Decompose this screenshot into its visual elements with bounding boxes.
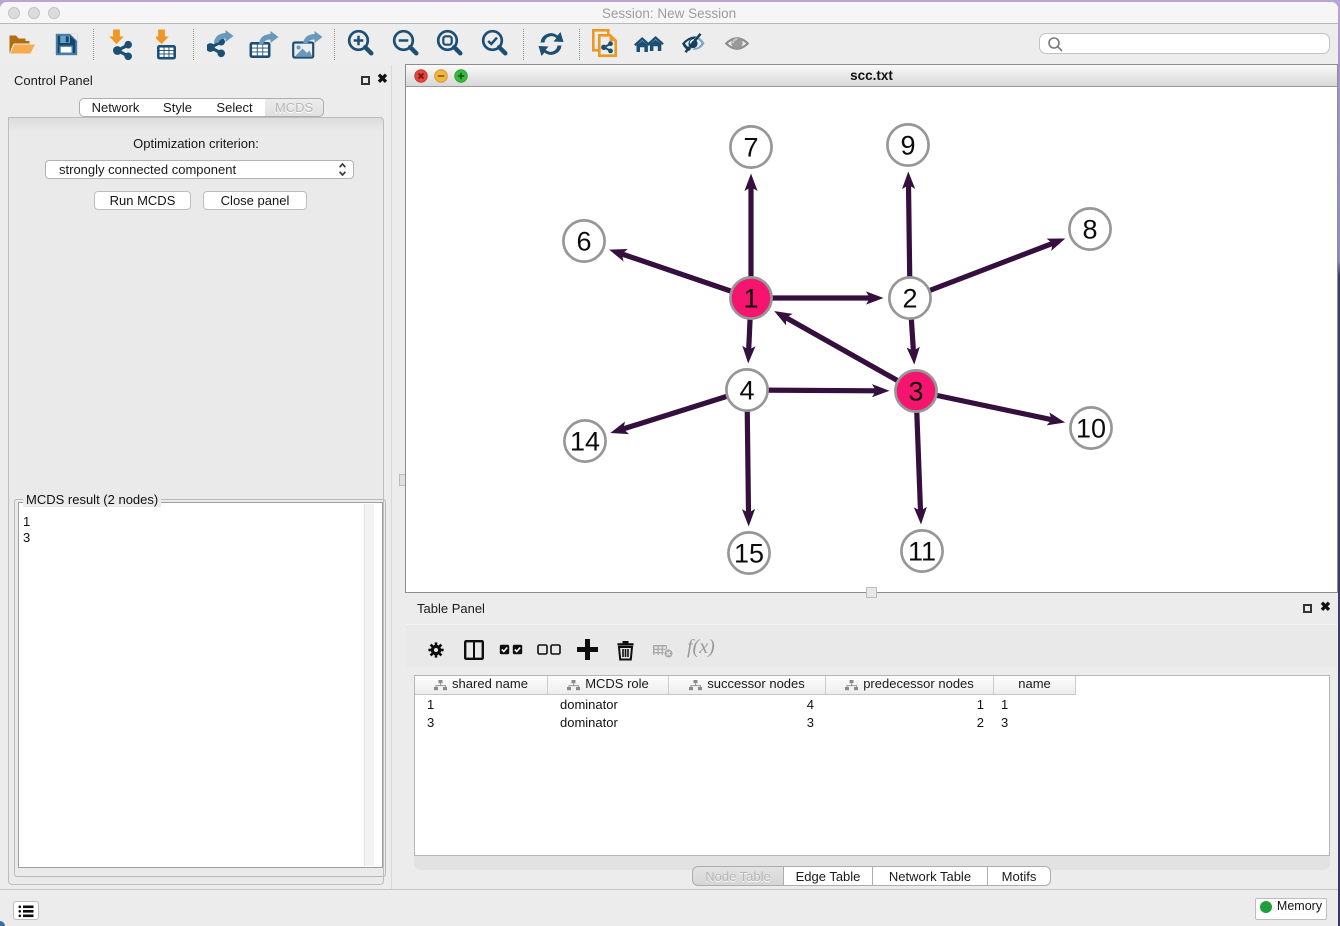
svg-text:2: 2 bbox=[902, 284, 917, 314]
svg-text:7: 7 bbox=[743, 133, 758, 163]
svg-text:3: 3 bbox=[908, 377, 923, 407]
svg-text:6: 6 bbox=[576, 227, 591, 257]
svg-text:11: 11 bbox=[908, 537, 936, 567]
svg-text:8: 8 bbox=[1082, 215, 1097, 245]
svg-text:15: 15 bbox=[734, 539, 764, 569]
svg-text:f(x): f(x) bbox=[687, 637, 715, 658]
svg-text:9: 9 bbox=[900, 131, 915, 161]
svg-text:1: 1 bbox=[743, 284, 758, 314]
svg-text:14: 14 bbox=[570, 427, 600, 457]
svg-text:10: 10 bbox=[1076, 414, 1106, 444]
svg-text:4: 4 bbox=[739, 376, 754, 406]
